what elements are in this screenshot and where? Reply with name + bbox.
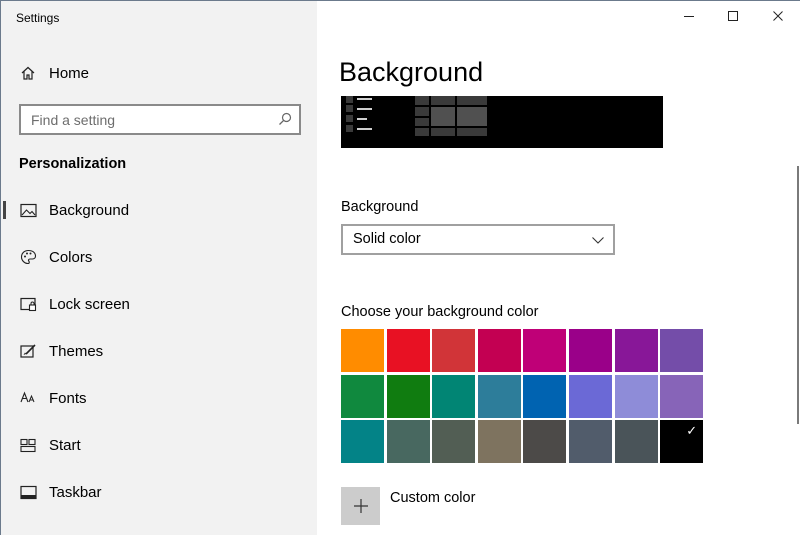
color-swatch[interactable] [614, 374, 658, 418]
sidebar-item-lock-screen[interactable]: Lock screen [1, 284, 317, 324]
minimize-button[interactable] [674, 5, 704, 31]
preview-start-menu-icon [346, 96, 487, 136]
sidebar-item-label: Fonts [49, 389, 87, 407]
background-type-dropdown[interactable]: Solid color [341, 224, 615, 255]
app-title: Settings [16, 11, 60, 25]
minimize-icon [683, 9, 695, 27]
color-swatch[interactable] [341, 420, 384, 464]
color-swatch[interactable] [569, 420, 612, 464]
content-pane: Background Background Solid color Choose… [317, 1, 800, 535]
plus-icon [341, 487, 380, 525]
color-swatch[interactable] [523, 329, 567, 372]
color-swatch[interactable] [477, 374, 521, 418]
maximize-icon [727, 9, 739, 27]
color-swatch[interactable] [523, 420, 567, 464]
checkmark-icon: ✓ [686, 423, 698, 439]
color-swatch[interactable] [569, 329, 612, 372]
taskbar-icon [19, 483, 37, 501]
color-swatch[interactable] [660, 374, 704, 418]
section-title: Personalization [19, 156, 127, 172]
color-swatch[interactable] [386, 420, 430, 464]
color-swatch[interactable] [614, 329, 658, 372]
sidebar-item-label: Colors [49, 248, 93, 266]
custom-color-button[interactable]: Custom color [341, 487, 561, 527]
color-swatch[interactable] [569, 374, 612, 418]
close-button[interactable] [763, 5, 793, 31]
color-swatch[interactable] [341, 329, 384, 372]
desktop-preview [341, 96, 663, 148]
color-swatch[interactable] [477, 329, 521, 372]
themes-icon [19, 342, 37, 360]
sidebar-item-label: Start [49, 436, 81, 454]
sidebar-item-fonts[interactable]: Fonts [1, 378, 317, 418]
picture-icon [19, 201, 37, 219]
color-swatch[interactable] [386, 374, 430, 418]
sidebar-item-label: Themes [49, 342, 104, 360]
sidebar-item-label: Lock screen [49, 295, 130, 313]
color-swatch[interactable] [432, 329, 476, 372]
lock-screen-icon [19, 295, 37, 313]
color-palette: ✓ [341, 329, 704, 466]
scrollbar[interactable] [797, 166, 799, 424]
choose-color-label: Choose your background color [341, 304, 539, 320]
color-swatch[interactable] [432, 374, 476, 418]
search-box[interactable] [19, 104, 301, 135]
color-swatch[interactable] [523, 374, 567, 418]
sidebar-item-start[interactable]: Start [1, 425, 317, 465]
palette-icon [19, 248, 37, 266]
settings-window: Settings Home Personalization Background [0, 0, 800, 535]
sidebar-item-label: Background [49, 201, 130, 219]
page-title: Background [339, 57, 484, 87]
home-link[interactable]: Home [1, 53, 317, 93]
fonts-icon [19, 389, 37, 407]
sidebar-item-themes[interactable]: Themes [1, 331, 317, 371]
color-swatch[interactable] [432, 420, 476, 464]
chevron-down-icon [591, 233, 605, 247]
sidebar-item-taskbar[interactable]: Taskbar [1, 472, 317, 512]
sidebar-item-background[interactable]: Background [1, 190, 317, 230]
background-type-label: Background [341, 199, 419, 215]
color-swatch[interactable] [341, 374, 384, 418]
close-icon [772, 9, 784, 27]
sidebar-item-colors[interactable]: Colors [1, 237, 317, 277]
sidebar: Settings Home Personalization Background [1, 1, 317, 535]
search-icon[interactable] [277, 111, 293, 127]
sidebar-item-label: Taskbar [49, 483, 102, 501]
home-icon [19, 64, 37, 82]
color-swatch[interactable] [660, 329, 704, 372]
custom-color-label: Custom color [390, 490, 476, 506]
color-swatch[interactable] [614, 420, 658, 464]
color-swatch[interactable] [386, 329, 430, 372]
dropdown-value: Solid color [353, 231, 421, 247]
start-icon [19, 436, 37, 454]
home-label: Home [49, 64, 90, 82]
color-swatch[interactable] [477, 420, 521, 464]
color-swatch[interactable]: ✓ [660, 420, 704, 464]
maximize-button[interactable] [718, 5, 748, 31]
search-input[interactable] [21, 106, 271, 133]
